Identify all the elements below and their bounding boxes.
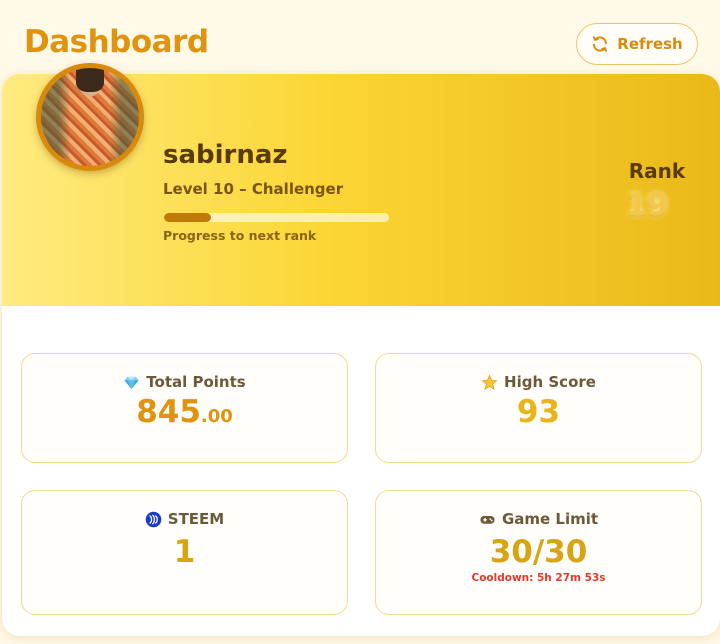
high-score-value: 93 [516,394,561,430]
gamepad-icon [480,515,495,524]
refresh-icon [593,36,608,52]
star-icon [481,374,498,390]
total-points-integer: 845 [136,394,201,430]
refresh-label: Refresh [617,35,683,53]
level-text: Level 10 – Challenger [163,180,344,198]
cooldown-timer: Cooldown: 5h 27m 53s [471,572,606,584]
steem-icon [145,511,162,527]
steem-label: STEEM [167,510,225,528]
rank-progress-bar [164,213,389,222]
rank-label: Rank [628,159,686,183]
high-score-label: High Score [504,373,596,391]
stat-card-high-score: High Score 93 [375,353,702,463]
rank-progress-fill [164,213,212,222]
total-points-label: Total Points [146,373,246,391]
refresh-button[interactable]: Refresh [576,23,698,65]
steem-value: 1 [173,534,196,570]
username: sabirnaz [163,140,288,170]
progress-label: Progress to next rank [163,228,317,243]
gem-icon [124,376,139,389]
stat-card-game-limit: Game Limit 30/30 Cooldown: 5h 27m 53s [375,490,702,615]
total-points-decimal: .00 [200,406,233,427]
stat-card-steem: STEEM 1 [21,490,348,615]
avatar [36,63,144,171]
game-limit-value: 30/30 [489,534,588,570]
game-limit-label: Game Limit [501,510,599,528]
rank-value: 19 [626,188,668,223]
total-points-value: 845.00 [22,394,347,430]
page-title: Dashboard [24,24,209,60]
avatar-image [41,68,139,166]
stat-card-total-points: Total Points 845.00 [21,353,348,463]
